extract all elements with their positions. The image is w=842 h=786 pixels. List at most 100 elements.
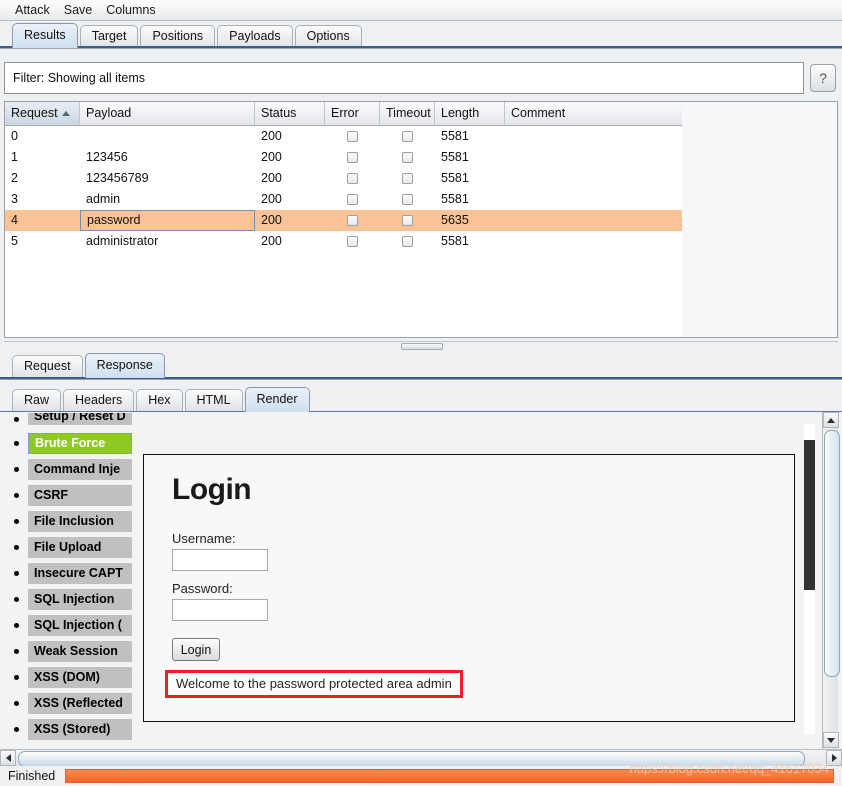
dvwa-menu-item[interactable]: XSS (Reflected [14,690,144,716]
tab-options[interactable]: Options [294,25,362,48]
column-header-length[interactable]: Length [435,102,505,125]
scroll-left-icon[interactable] [0,750,16,766]
password-input[interactable] [172,599,268,621]
cell-payload[interactable] [80,126,255,147]
tab-target[interactable]: Target [79,25,139,48]
dvwa-menu-item[interactable]: File Upload [14,534,144,560]
column-header-comment[interactable]: Comment [505,102,682,125]
column-header-payload[interactable]: Payload [80,102,255,125]
timeout-checkbox-icon[interactable] [402,152,413,163]
tab-html[interactable]: HTML [184,389,243,412]
menu-item-columns[interactable]: Columns [99,2,162,18]
tab-request[interactable]: Request [12,355,83,378]
cell-comment[interactable] [505,168,682,189]
table-row[interactable]: 2 123456789 200 5581 [5,168,682,189]
table-row[interactable]: 0 200 5581 [5,126,682,147]
dvwa-menu-item[interactable]: SQL Injection ( [14,612,144,638]
dvwa-menu-item[interactable]: Weak Session [14,638,144,664]
cell-payload[interactable]: 123456 [80,147,255,168]
cell-error-checkbox[interactable] [325,210,380,231]
tab-raw[interactable]: Raw [12,389,62,412]
dvwa-menu-link[interactable]: Brute Force [28,432,132,454]
dvwa-menu-link[interactable]: Setup / Reset D [28,413,132,425]
dvwa-menu-item[interactable]: SQL Injection [14,586,144,612]
login-button[interactable]: Login [172,638,220,661]
page-vertical-scrollbar-thumb[interactable] [804,440,815,590]
dvwa-menu-item[interactable]: File Inclusion [14,508,144,534]
dvwa-menu-link[interactable]: Weak Session [28,640,132,662]
tab-payloads[interactable]: Payloads [217,25,293,48]
dvwa-menu-item[interactable]: Insecure CAPT [14,560,144,586]
cell-payload[interactable]: 123456789 [80,168,255,189]
cell-error-checkbox[interactable] [325,231,380,252]
tab-response[interactable]: Response [84,353,165,378]
scroll-up-icon[interactable] [823,412,839,428]
dvwa-menu-link[interactable]: File Inclusion [28,510,132,532]
cell-timeout-checkbox[interactable] [380,147,435,168]
dvwa-menu-link[interactable]: File Upload [28,536,132,558]
timeout-checkbox-icon[interactable] [402,236,413,247]
cell-payload[interactable]: password [80,210,255,231]
cell-comment[interactable] [505,231,682,252]
cell-error-checkbox[interactable] [325,189,380,210]
dvwa-menu-item[interactable]: XSS (DOM) [14,664,144,690]
error-checkbox-icon[interactable] [347,152,358,163]
table-row[interactable]: 4 password 200 5635 [5,210,682,231]
cell-comment[interactable] [505,126,682,147]
dvwa-menu-link[interactable]: XSS (Stored) [28,718,132,740]
dvwa-menu-link[interactable]: Command Inje [28,458,132,480]
dvwa-menu-link[interactable]: CSRF [28,484,132,506]
cell-timeout-checkbox[interactable] [380,168,435,189]
menu-item-save[interactable]: Save [57,2,100,18]
error-checkbox-icon[interactable] [347,173,358,184]
render-vertical-scrollbar[interactable] [822,412,840,749]
cell-error-checkbox[interactable] [325,168,380,189]
timeout-checkbox-icon[interactable] [402,215,413,226]
cell-comment[interactable] [505,147,682,168]
tab-headers[interactable]: Headers [63,389,135,412]
dvwa-menu-item[interactable]: Setup / Reset D [14,412,144,430]
render-vertical-scrollbar-thumb[interactable] [824,430,840,677]
cell-error-checkbox[interactable] [325,147,380,168]
render-horizontal-scrollbar-thumb[interactable] [18,751,805,767]
timeout-checkbox-icon[interactable] [402,194,413,205]
menu-item-attack[interactable]: Attack [8,2,57,18]
cell-timeout-checkbox[interactable] [380,189,435,210]
error-checkbox-icon[interactable] [347,215,358,226]
scroll-down-icon[interactable] [823,732,839,748]
cell-timeout-checkbox[interactable] [380,231,435,252]
splitter-grip[interactable] [401,343,443,350]
dvwa-menu-item[interactable]: XSS (Stored) [14,716,144,742]
column-header-request[interactable]: Request [5,102,80,125]
cell-payload[interactable]: administrator [80,231,255,252]
timeout-checkbox-icon[interactable] [402,173,413,184]
cell-error-checkbox[interactable] [325,126,380,147]
column-header-timeout[interactable]: Timeout [380,102,435,125]
cell-timeout-checkbox[interactable] [380,210,435,231]
error-checkbox-icon[interactable] [347,131,358,142]
dvwa-menu-link[interactable]: Insecure CAPT [28,562,132,584]
dvwa-menu-link[interactable]: XSS (Reflected [28,692,132,714]
username-input[interactable] [172,549,268,571]
filter-bar[interactable]: Filter: Showing all items [4,62,804,94]
cell-payload[interactable]: admin [80,189,255,210]
tab-positions[interactable]: Positions [140,25,216,48]
cell-comment[interactable] [505,189,682,210]
dvwa-menu-item[interactable]: CSRF [14,482,144,508]
dvwa-menu-item[interactable]: Brute Force [14,430,144,456]
dvwa-menu-link[interactable]: SQL Injection [28,588,132,610]
error-checkbox-icon[interactable] [347,194,358,205]
tab-render[interactable]: Render [244,387,310,412]
help-icon[interactable]: ? [810,64,836,92]
column-header-error[interactable]: Error [325,102,380,125]
cell-timeout-checkbox[interactable] [380,126,435,147]
table-row[interactable]: 3 admin 200 5581 [5,189,682,210]
table-row[interactable]: 5 administrator 200 5581 [5,231,682,252]
cell-comment[interactable] [505,210,682,231]
timeout-checkbox-icon[interactable] [402,131,413,142]
error-checkbox-icon[interactable] [347,236,358,247]
scroll-right-icon[interactable] [826,750,842,766]
dvwa-menu-link[interactable]: SQL Injection ( [28,614,132,636]
table-row[interactable]: 1 123456 200 5581 [5,147,682,168]
tab-results[interactable]: Results [12,23,78,48]
